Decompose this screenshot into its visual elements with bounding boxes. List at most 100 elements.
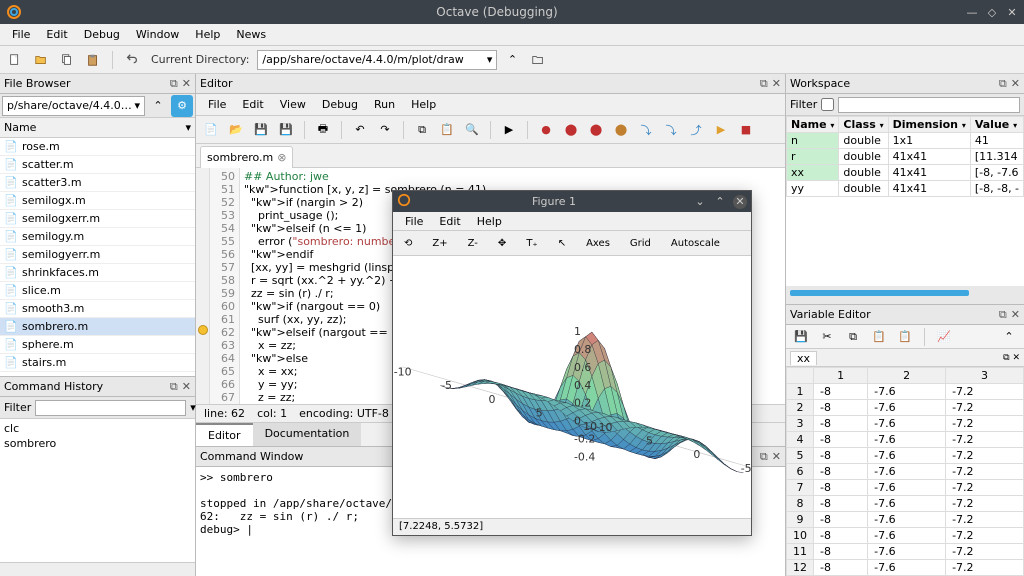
- grid-button[interactable]: Grid: [623, 235, 658, 252]
- close-panel-icon[interactable]: ✕: [772, 450, 781, 464]
- cut-icon[interactable]: ✂: [816, 326, 838, 348]
- rotate-icon[interactable]: ⟲: [397, 235, 419, 252]
- run-icon[interactable]: ▶: [498, 119, 520, 141]
- workspace-filter-checkbox[interactable]: [821, 98, 834, 111]
- browse-dir-icon[interactable]: [527, 49, 549, 71]
- vareditor-row[interactable]: 10-8-7.6-7.2: [787, 528, 1024, 544]
- axes-button[interactable]: Axes: [579, 235, 617, 252]
- filebrowser-item[interactable]: 📄stairs.m: [0, 354, 195, 372]
- save-icon[interactable]: 💾: [790, 326, 812, 348]
- vareditor-row[interactable]: 6-8-7.6-7.2: [787, 464, 1024, 480]
- undock-icon[interactable]: ⧉: [170, 380, 178, 394]
- dir-up-icon[interactable]: ⌃: [147, 95, 169, 117]
- close-panel-icon[interactable]: ✕: [182, 380, 191, 394]
- editor-menu-run[interactable]: Run: [366, 96, 403, 113]
- gear-icon[interactable]: ⚙: [171, 95, 193, 117]
- filebrowser-item[interactable]: 📄semilogyerr.m: [0, 246, 195, 264]
- maximize-icon[interactable]: ◇: [986, 6, 998, 18]
- breakpoint-prev-icon[interactable]: ⬤: [560, 119, 582, 141]
- print-icon[interactable]: 🖶: [312, 119, 334, 141]
- plot-icon[interactable]: 📈: [933, 326, 955, 348]
- vareditor-row[interactable]: 2-8-7.6-7.2: [787, 400, 1024, 416]
- filebrowser-path-select[interactable]: p/share/octave/4.4.0/m/plot/draw▾: [2, 96, 145, 116]
- workspace-row[interactable]: yydouble41x41[-8, -8, -: [787, 181, 1024, 197]
- vareditor-grid[interactable]: 1231-8-7.6-7.22-8-7.6-7.23-8-7.6-7.24-8-…: [786, 367, 1024, 576]
- menu-help[interactable]: Help: [187, 26, 228, 43]
- vareditor-col-header[interactable]: 2: [868, 368, 946, 384]
- select-icon[interactable]: ↖: [551, 235, 573, 252]
- editor-menu-debug[interactable]: Debug: [314, 96, 366, 113]
- chevron-down-icon[interactable]: ▾: [190, 401, 196, 414]
- editor-menu-view[interactable]: View: [272, 96, 314, 113]
- filebrowser-item[interactable]: 📄scatter.m: [0, 156, 195, 174]
- paste-icon[interactable]: 📋: [436, 119, 458, 141]
- close-icon[interactable]: ✕: [733, 195, 747, 209]
- close-panel-icon[interactable]: ✕: [1011, 308, 1020, 322]
- copy-icon[interactable]: ⧉: [411, 119, 433, 141]
- step-out-icon[interactable]: ⤴: [685, 119, 707, 141]
- figure-menu-edit[interactable]: Edit: [431, 213, 468, 230]
- step-in-icon[interactable]: ⤵: [660, 119, 682, 141]
- close-panel-icon[interactable]: ✕: [772, 77, 781, 91]
- menu-debug[interactable]: Debug: [76, 26, 128, 43]
- zoom-out-button[interactable]: Z-: [461, 235, 485, 252]
- vareditor-row[interactable]: 5-8-7.6-7.2: [787, 448, 1024, 464]
- breakpoint-next-icon[interactable]: ⬤: [585, 119, 607, 141]
- menu-edit[interactable]: Edit: [38, 26, 75, 43]
- text-icon[interactable]: T₊: [519, 235, 544, 252]
- workspace-col-header[interactable]: Class ▾: [839, 117, 888, 133]
- vareditor-row[interactable]: 4-8-7.6-7.2: [787, 432, 1024, 448]
- filebrowser-item[interactable]: 📄semilogy.m: [0, 228, 195, 246]
- workspace-row[interactable]: rdouble41x41[11.314: [787, 149, 1024, 165]
- vareditor-row[interactable]: 1-8-7.6-7.2: [787, 384, 1024, 400]
- figure-window[interactable]: Figure 1 ⌄ ⌃ ✕ File Edit Help ⟲ Z+ Z- ✥ …: [392, 190, 752, 536]
- filebrowser-item[interactable]: 📄rose.m: [0, 138, 195, 156]
- workspace-col-header[interactable]: Dimension ▾: [888, 117, 970, 133]
- vareditor-row[interactable]: 3-8-7.6-7.2: [787, 416, 1024, 432]
- step-icon[interactable]: ⤵: [635, 119, 657, 141]
- paste-icon[interactable]: [82, 49, 104, 71]
- find-icon[interactable]: 🔍: [461, 119, 483, 141]
- undock-icon[interactable]: ⧉: [999, 77, 1007, 91]
- undock-icon[interactable]: ⧉: [170, 77, 178, 91]
- continue-icon[interactable]: ▶: [710, 119, 732, 141]
- filebrowser-item[interactable]: 📄sombrero.m: [0, 318, 195, 336]
- close-tab-icon[interactable]: ⊗: [277, 151, 286, 164]
- menu-file[interactable]: File: [4, 26, 38, 43]
- paste-table-icon[interactable]: 📋: [894, 326, 916, 348]
- zoom-in-button[interactable]: Z+: [425, 235, 454, 252]
- close-panel-icon[interactable]: ✕: [1011, 77, 1020, 91]
- tab-editor[interactable]: Editor: [196, 423, 253, 446]
- figure-menu-help[interactable]: Help: [469, 213, 510, 230]
- undock-icon[interactable]: ⧉: [760, 450, 768, 464]
- close-panel-icon[interactable]: ✕: [182, 77, 191, 91]
- cmdhist-filter-input[interactable]: [35, 400, 186, 416]
- undo-icon[interactable]: [121, 49, 143, 71]
- workspace-row[interactable]: ndouble1x141: [787, 133, 1024, 149]
- menu-window[interactable]: Window: [128, 26, 187, 43]
- figure-canvas[interactable]: -0.4-0.200.20.40.60.81-10-10-5-500551010: [393, 256, 751, 518]
- cmdhist-item[interactable]: clc: [4, 421, 191, 436]
- filebrowser-item[interactable]: 📄semilogx.m: [0, 192, 195, 210]
- open-icon[interactable]: [30, 49, 52, 71]
- new-file-icon[interactable]: 📄: [200, 119, 222, 141]
- editor-tab[interactable]: sombrero.m⊗: [200, 146, 293, 168]
- filebrowser-item[interactable]: 📄scatter3.m: [0, 174, 195, 192]
- current-dir-select[interactable]: /app/share/octave/4.4.0/m/plot/draw▾: [257, 50, 497, 70]
- breakpoint-gutter[interactable]: [196, 168, 210, 404]
- editor-menu-help[interactable]: Help: [403, 96, 444, 113]
- vareditor-row[interactable]: 9-8-7.6-7.2: [787, 512, 1024, 528]
- workspace-scrollbar[interactable]: [790, 290, 1020, 300]
- editor-menu-file[interactable]: File: [200, 96, 234, 113]
- vareditor-row[interactable]: 8-8-7.6-7.2: [787, 496, 1024, 512]
- maximize-icon[interactable]: ⌃: [713, 195, 727, 209]
- paste-icon[interactable]: 📋: [868, 326, 890, 348]
- copy-icon[interactable]: ⧉: [842, 326, 864, 348]
- menu-news[interactable]: News: [228, 26, 274, 43]
- filebrowser-item[interactable]: 📄smooth3.m: [0, 300, 195, 318]
- new-file-icon[interactable]: [4, 49, 26, 71]
- editor-menu-edit[interactable]: Edit: [234, 96, 271, 113]
- pan-icon[interactable]: ✥: [491, 235, 513, 252]
- redo-icon[interactable]: ↷: [374, 119, 396, 141]
- restore-icon[interactable]: ⧉ ✕: [1003, 353, 1020, 363]
